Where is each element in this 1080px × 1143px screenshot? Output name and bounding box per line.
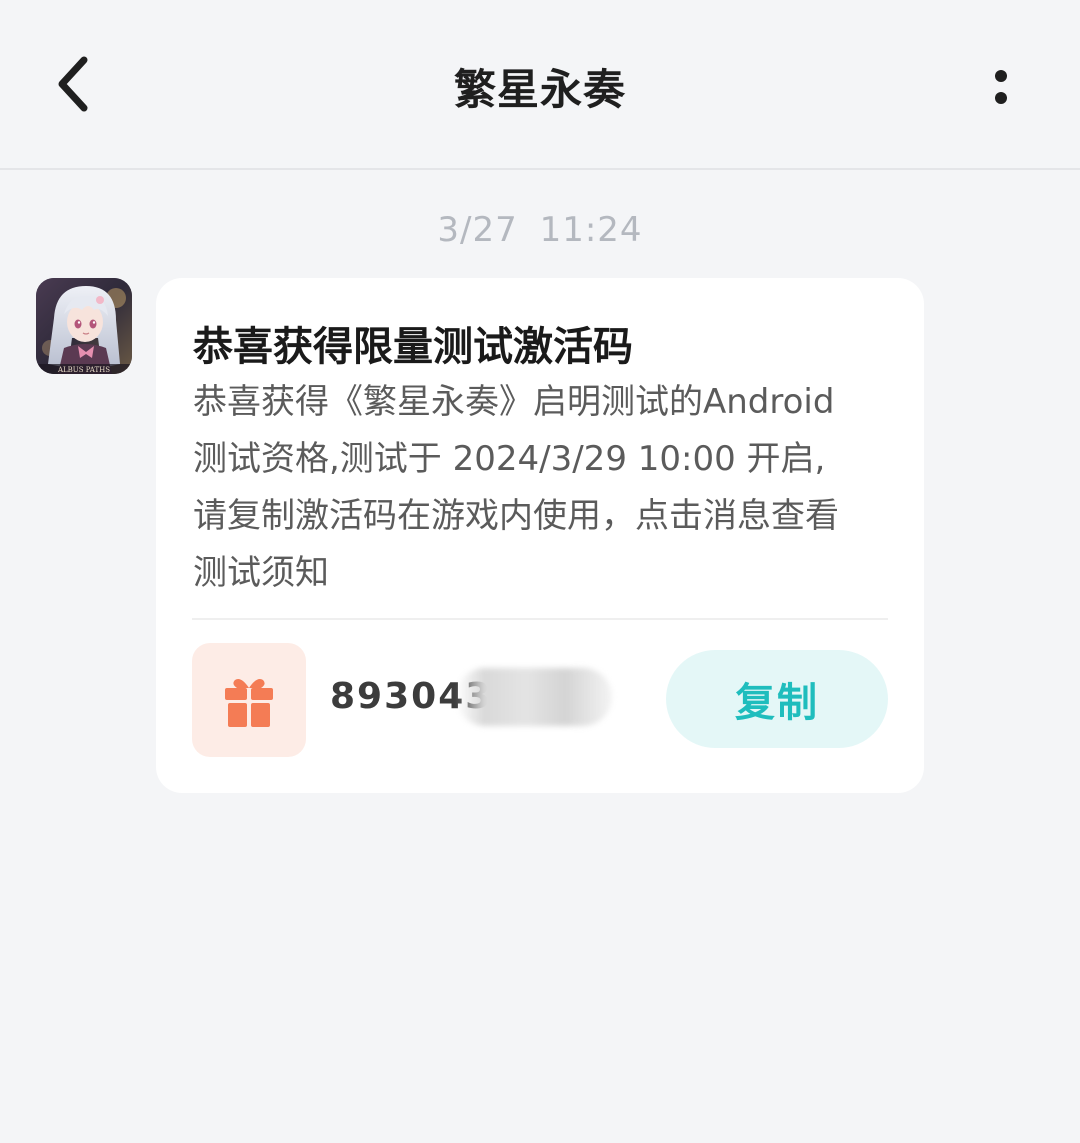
message-title: 恭喜获得限量测试激活码 <box>193 324 633 370</box>
card-divider <box>192 618 888 620</box>
message-timestamp: 3/27 11:24 <box>437 210 643 250</box>
avatar-image: ALBUS PATHS <box>36 278 132 374</box>
message-body-line: 测试资格,测试于 2024/3/29 10:00 开启, <box>193 439 826 479</box>
message-body-line: 测试须知 <box>193 553 329 593</box>
message-card[interactable]: 恭喜获得限量测试激活码 恭喜获得《繁星永奏》启明测试的Android 测试资格,… <box>156 278 924 793</box>
gift-badge <box>192 643 306 757</box>
more-options-button[interactable] <box>976 56 1026 116</box>
message-body-line: 请复制激活码在游戏内使用，点击消息查看 <box>193 496 839 536</box>
top-bar: 繁星永奏 <box>0 0 1080 170</box>
avatar-logo-text: ALBUS PATHS <box>57 366 110 374</box>
game-avatar[interactable]: ALBUS PATHS <box>36 278 132 374</box>
code-redaction-blur <box>456 668 612 726</box>
page-title: 繁星永奏 <box>453 65 626 114</box>
message-body: 恭喜获得《繁星永奏》启明测试的Android 测试资格,测试于 2024/3/2… <box>193 374 893 602</box>
copy-button[interactable]: 复制 <box>666 650 888 748</box>
message-body-line: 恭喜获得《繁星永奏》启明测试的Android <box>193 382 835 422</box>
gift-icon <box>225 679 273 727</box>
